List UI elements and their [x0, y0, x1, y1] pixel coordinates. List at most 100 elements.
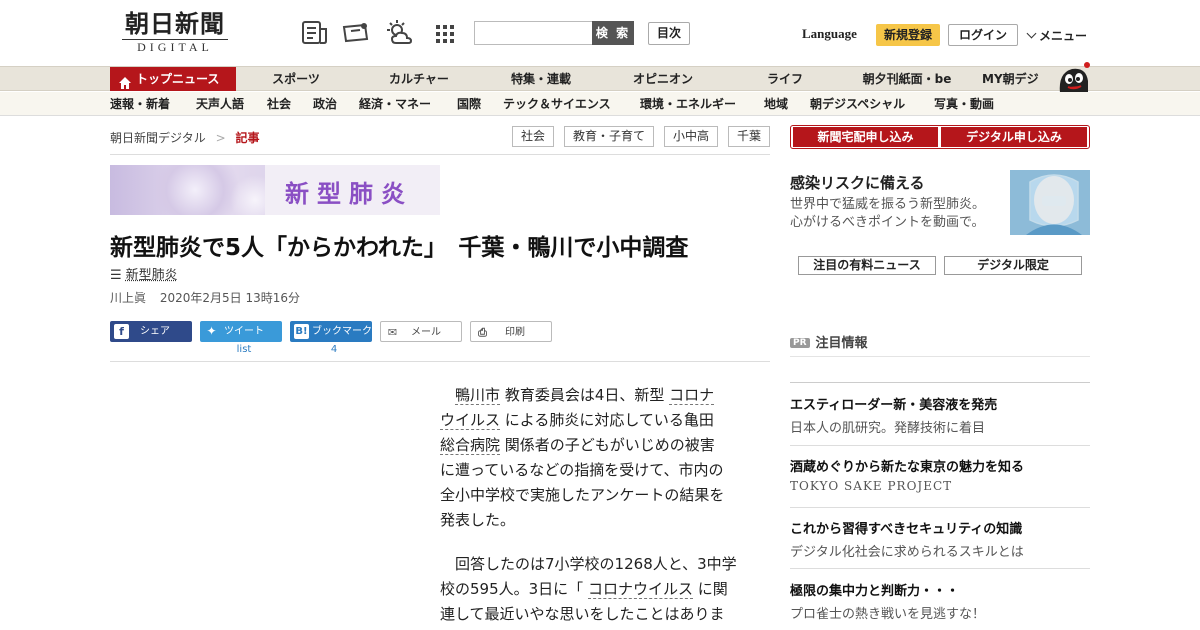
p1-line-3: 総合病院 関係者の子どもがいじめの被害 [440, 433, 750, 458]
tab-paid-news[interactable]: 注目の有料ニュース [798, 256, 936, 275]
tag-education[interactable]: 教育・子育て [564, 126, 654, 147]
feature-desc-line-2: 心がけるべきポイントを動画で。 [790, 215, 985, 230]
p1-line-6: 発表した。 [440, 511, 516, 529]
facebook-share-button[interactable]: f シェア [110, 321, 192, 342]
ad-subtitle-2[interactable]: TOKYO SAKE PROJECT [790, 479, 952, 493]
ad-title-3[interactable]: これから習得すべきセキュリティの知識 [790, 518, 1022, 537]
article-headline: 新型肺炎で5人「からかわれた」 千葉・鴨川で小中調査 [110, 235, 689, 261]
keyword-kamogawa[interactable]: 鴨川市 [455, 386, 501, 405]
nav2-politics[interactable]: 政治 [313, 92, 337, 116]
coupon-icon[interactable] [341, 19, 371, 47]
search-input[interactable] [474, 21, 594, 45]
ad-subtitle-1[interactable]: 日本人の肌研究。発酵技術に着目 [790, 417, 985, 436]
nav2-region[interactable]: 地域 [764, 92, 788, 116]
p1-text: による肺炎に対応している亀田 [504, 411, 714, 429]
site-header: 朝日新聞 DIGITAL 検 索 目次 Language 新規登録 ログイン メ… [0, 0, 1200, 66]
nav-culture[interactable]: カルチャー [374, 67, 464, 91]
topic-link[interactable]: ☰ 新型肺炎 [110, 264, 178, 283]
site-logo[interactable]: 朝日新聞 DIGITAL [110, 10, 240, 56]
search-button[interactable]: 検 索 [592, 21, 634, 45]
nav-my-asahi[interactable]: MY朝デジ [982, 67, 1052, 91]
divider [790, 507, 1090, 508]
keyword-hospital[interactable]: 総合病院 [440, 436, 501, 455]
nav-life[interactable]: ライフ [750, 67, 820, 91]
menu-button[interactable]: メニュー [1026, 27, 1087, 44]
nav-top-news[interactable]: トップニュース [110, 67, 236, 91]
tag-school[interactable]: 小中高 [664, 126, 718, 147]
article-paragraph-1: 鴨川市 教育委員会は4日、新型 コロナ ウイルス による肺炎に対応している亀田 … [440, 383, 750, 533]
feature-photo[interactable] [1010, 170, 1090, 235]
nav2-society[interactable]: 社会 [267, 92, 291, 116]
feature-description: 世界中で猛威を振るう新型肺炎。 心がけるべきポイントを動画で。 [790, 196, 985, 232]
article-paragraph-2: 回答したのは7小学校の1268人と、3中学 校の595人。3日に「 コロナウイル… [440, 552, 750, 627]
pr-badge: PR [790, 338, 810, 348]
ad-title-1[interactable]: エスティローダー新・美容液を発売 [790, 394, 997, 413]
ad-title-2[interactable]: 酒蔵めぐりから新たな東京の魅力を知る [790, 456, 1024, 475]
secondary-nav: 速報・新着 天声人語 社会 政治 経済・マネー 国際 テック＆サイエンス 環境・… [0, 92, 1200, 116]
nav2-international[interactable]: 国際 [457, 92, 481, 116]
language-link[interactable]: Language [802, 26, 857, 42]
facebook-label: シェア [140, 326, 170, 337]
tab-digital-only[interactable]: デジタル限定 [944, 256, 1082, 275]
nav2-special[interactable]: 朝デジスペシャル [810, 92, 905, 116]
list-icon: ☰ [110, 268, 122, 283]
p1-line-4: に遭っているなどの指摘を受けて、市内の [440, 461, 724, 479]
ad-title-4[interactable]: 極限の集中力と判断力・・・ [790, 580, 959, 599]
nav-paper[interactable]: 朝夕刊紙面・be [852, 67, 962, 91]
twitter-count[interactable]: list [200, 344, 288, 355]
nav-features[interactable]: 特集・連載 [496, 67, 586, 91]
nav-sports[interactable]: スポーツ [256, 67, 336, 91]
primary-nav: トップニュース スポーツ カルチャー 特集・連載 オピニオン ライフ 朝夕刊紙面… [0, 62, 1200, 93]
author[interactable]: 川上眞 [110, 291, 146, 305]
keyword-corona-a[interactable]: コロナ [669, 386, 715, 405]
feature-title[interactable]: 感染リスクに備える [790, 172, 925, 193]
print-button[interactable]: ⎙ 印刷 [470, 321, 552, 342]
mail-share-button[interactable]: ✉ メール [380, 321, 462, 342]
nav2-tech[interactable]: テック＆サイエンス [503, 92, 611, 116]
hatena-count[interactable]: 4 [290, 344, 378, 355]
tag-chiba[interactable]: 千葉 [728, 126, 770, 147]
newspaper-icon[interactable] [300, 19, 330, 47]
keyword-corona-b[interactable]: ウイルス [440, 411, 501, 430]
subscribe-digital-button[interactable]: デジタル申し込み [941, 127, 1087, 147]
twitter-icon: ✦ [206, 324, 217, 338]
divider [790, 568, 1090, 569]
p2-line-2: 校の595人。3日に「 コロナウイルス に関 [440, 577, 750, 602]
twitter-share-button[interactable]: ✦ ツイート [200, 321, 282, 342]
p1-line-1: 鴨川市 教育委員会は4日、新型 コロナ [440, 383, 750, 408]
logo-sub-text: DIGITAL [122, 39, 228, 54]
virus-graphic [150, 165, 240, 215]
signup-button[interactable]: 新規登録 [876, 24, 940, 46]
p1-line-5: 全小中学校で実施したアンケートの結果を [440, 486, 725, 504]
p2-line-3: 連して最近いやな思いをしたことはありま [440, 605, 725, 623]
divider [790, 382, 1090, 383]
hatena-icon: B! [294, 324, 309, 339]
nav2-economy[interactable]: 経済・マネー [359, 92, 431, 116]
ad-subtitle-4[interactable]: プロ雀士の熱き戦いを見逃すな！ [790, 603, 985, 622]
ad-subtitle-3[interactable]: デジタル化社会に求められるスキルとは [790, 541, 1024, 560]
breadcrumb-home[interactable]: 朝日新聞デジタル [110, 131, 206, 145]
index-button[interactable]: 目次 [648, 22, 690, 45]
login-button[interactable]: ログイン [948, 24, 1018, 46]
pr-label: 注目情報 [815, 336, 868, 351]
keyword-coronavirus[interactable]: コロナウイルス [587, 580, 693, 599]
mail-label: メール [411, 327, 441, 338]
p1-text: 関係者の子どもがいじめの被害 [504, 436, 715, 454]
tag-society[interactable]: 社会 [512, 126, 554, 147]
chevron-down-icon [1026, 28, 1037, 39]
nav2-tensei[interactable]: 天声人語 [196, 92, 244, 116]
feature-desc-line-1: 世界中で猛威を振るう新型肺炎。 [790, 197, 986, 212]
weather-icon[interactable] [384, 19, 414, 47]
nav2-environment[interactable]: 環境・エネルギー [640, 92, 736, 116]
divider [790, 445, 1090, 446]
topic-label: 新型肺炎 [125, 268, 178, 283]
nav2-latest[interactable]: 速報・新着 [110, 92, 170, 116]
p2-text: 校の595人。3日に「 [440, 580, 584, 598]
subscribe-paper-button[interactable]: 新聞宅配申し込み [793, 127, 938, 147]
grid-menu-icon[interactable] [430, 19, 460, 47]
topic-banner[interactable]: 新型肺炎 [110, 165, 440, 215]
p2-text: 回答したのは7小学校の1268人と、3中学 [455, 555, 737, 573]
nav2-photo[interactable]: 写真・動画 [934, 92, 994, 116]
nav-opinion[interactable]: オピニオン [618, 67, 708, 91]
hatena-bookmark-button[interactable]: B! ブックマーク [290, 321, 372, 342]
